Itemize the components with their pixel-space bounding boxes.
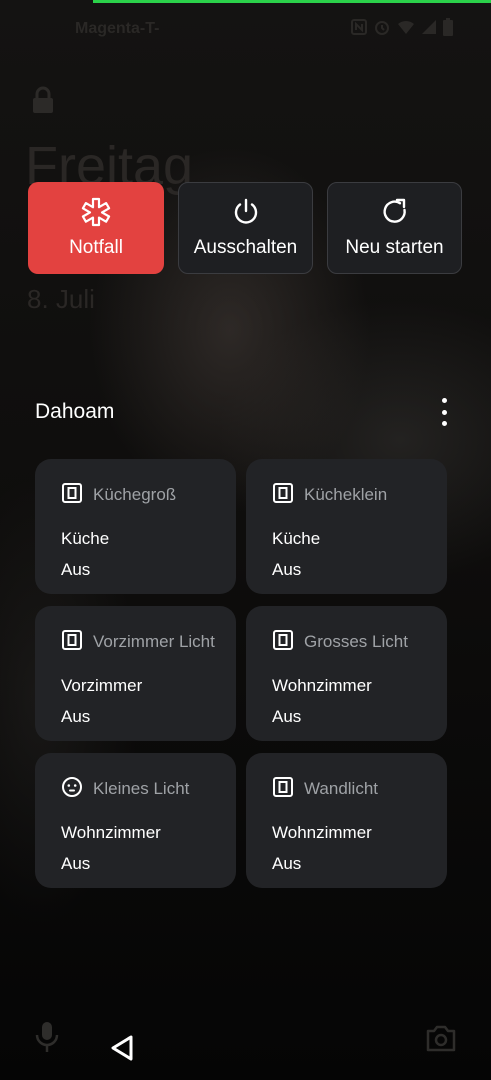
microphone-icon[interactable] xyxy=(34,1020,60,1059)
status-icons xyxy=(351,18,453,40)
outlet-icon xyxy=(61,776,83,803)
power-icon xyxy=(231,197,261,227)
switch-icon xyxy=(272,776,294,803)
switch-icon xyxy=(272,629,294,656)
device-room: Küche xyxy=(61,529,110,548)
device-state: Aus xyxy=(272,560,302,579)
power-off-label: Ausschalten xyxy=(193,237,298,258)
device-name: Kücheklein xyxy=(304,485,388,504)
camera-icon[interactable] xyxy=(425,1024,457,1057)
more-options-icon[interactable] xyxy=(434,398,454,426)
device-room: Küche xyxy=(272,529,321,548)
status-bar: Magenta-T- xyxy=(0,14,491,44)
back-icon[interactable] xyxy=(110,1035,134,1066)
device-tile-kuechegross[interactable]: Küchegroß Küche Aus xyxy=(35,459,236,594)
home-title: Dahoam xyxy=(35,400,115,423)
device-tile-kuecheklein[interactable]: Kücheklein Küche Aus xyxy=(246,459,447,594)
nfc-icon xyxy=(351,19,367,39)
carrier-label: Magenta-T- xyxy=(75,20,160,37)
switch-icon xyxy=(272,482,294,509)
device-room: Wohnzimmer xyxy=(272,676,372,695)
device-controls: Küchegroß Küche Aus Kücheklein Küche Aus… xyxy=(35,459,447,888)
emergency-button[interactable]: Notfall xyxy=(28,182,164,274)
emergency-label: Notfall xyxy=(69,237,123,258)
device-tile-kleines-licht[interactable]: Kleines Licht Wohnzimmer Aus xyxy=(35,753,236,888)
wifi-icon xyxy=(397,19,415,39)
device-name: Küchegroß xyxy=(93,485,177,504)
restart-icon xyxy=(380,197,410,227)
progress-bar xyxy=(93,0,491,3)
switch-icon xyxy=(61,482,83,509)
device-state: Aus xyxy=(61,560,91,579)
device-tile-grosses-licht[interactable]: Grosses Licht Wohnzimmer Aus xyxy=(246,606,447,741)
device-room: Vorzimmer xyxy=(61,676,143,695)
device-tile-wandlicht[interactable]: Wandlicht Wohnzimmer Aus xyxy=(246,753,447,888)
device-state: Aus xyxy=(61,707,91,726)
restart-button[interactable]: Neu starten xyxy=(327,182,462,274)
device-room: Wohnzimmer xyxy=(61,823,161,842)
lockscreen-date: 8. Juli xyxy=(27,284,95,314)
device-state: Aus xyxy=(272,854,302,873)
battery-icon xyxy=(443,18,453,40)
device-state: Aus xyxy=(61,854,91,873)
switch-icon xyxy=(61,629,83,656)
lock-icon xyxy=(30,86,56,119)
device-name: Wandlicht xyxy=(304,779,379,798)
alarm-icon xyxy=(373,18,391,40)
medical-star-icon xyxy=(81,197,111,227)
device-name: Grosses Licht xyxy=(304,632,408,651)
device-name: Kleines Licht xyxy=(93,779,190,798)
power-menu: Notfall Ausschalten Neu starten xyxy=(28,182,462,274)
device-name: Vorzimmer Licht xyxy=(93,632,215,651)
device-tile-vorzimmer-licht[interactable]: Vorzimmer Licht Vorzimmer Aus xyxy=(35,606,236,741)
restart-label: Neu starten xyxy=(345,237,444,258)
device-state: Aus xyxy=(272,707,302,726)
device-room: Wohnzimmer xyxy=(272,823,372,842)
power-off-button[interactable]: Ausschalten xyxy=(178,182,313,274)
signal-icon xyxy=(421,19,437,39)
